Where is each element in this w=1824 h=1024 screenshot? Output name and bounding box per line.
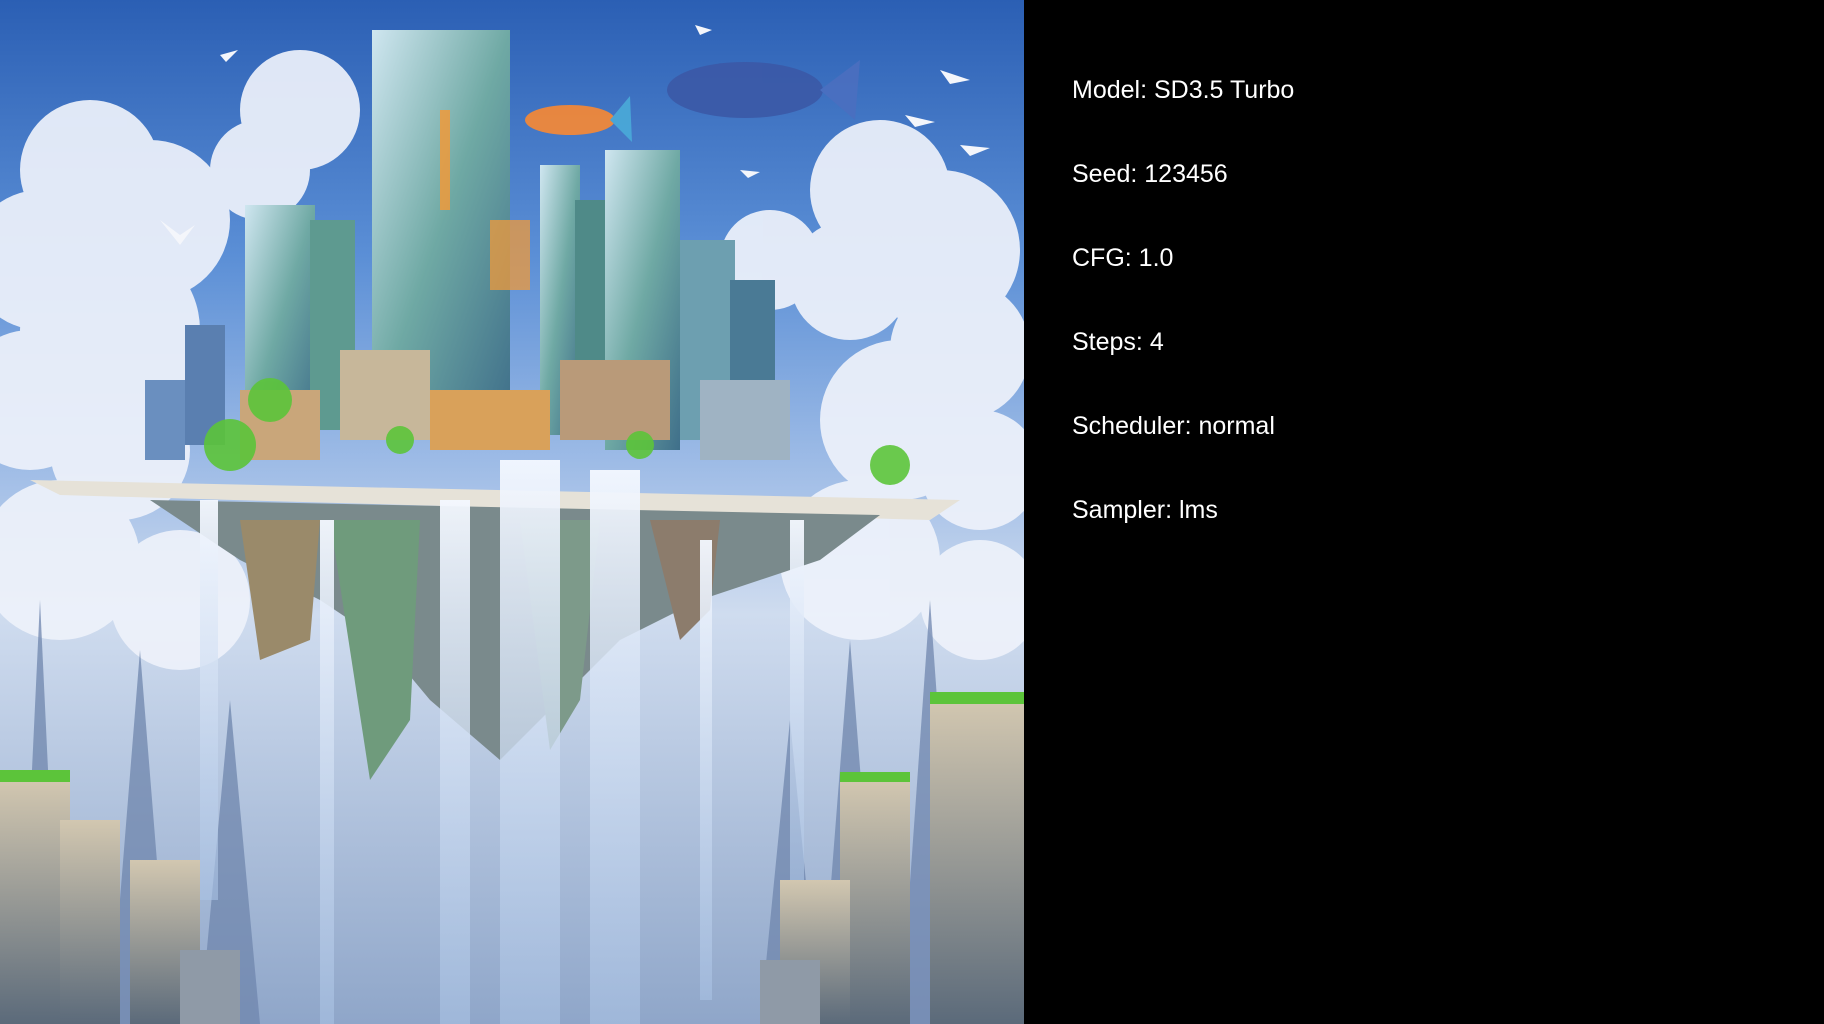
model-label: Model: SD3.5 Turbo bbox=[1072, 76, 1295, 104]
generated-image bbox=[0, 0, 1024, 1024]
scheduler-label: Scheduler: normal bbox=[1072, 412, 1275, 440]
generation-parameters: Model: SD3.5 Turbo Seed: 123456 CFG: 1.0… bbox=[1072, 76, 1294, 580]
flying-fish bbox=[525, 60, 860, 142]
steps-label: Steps: 4 bbox=[1072, 328, 1164, 356]
floating-city-illustration bbox=[0, 25, 1024, 1024]
cfg-label: CFG: 1.0 bbox=[1072, 244, 1174, 272]
sampler-label: Sampler: lms bbox=[1072, 496, 1218, 524]
seed-label: Seed: 123456 bbox=[1072, 160, 1228, 188]
